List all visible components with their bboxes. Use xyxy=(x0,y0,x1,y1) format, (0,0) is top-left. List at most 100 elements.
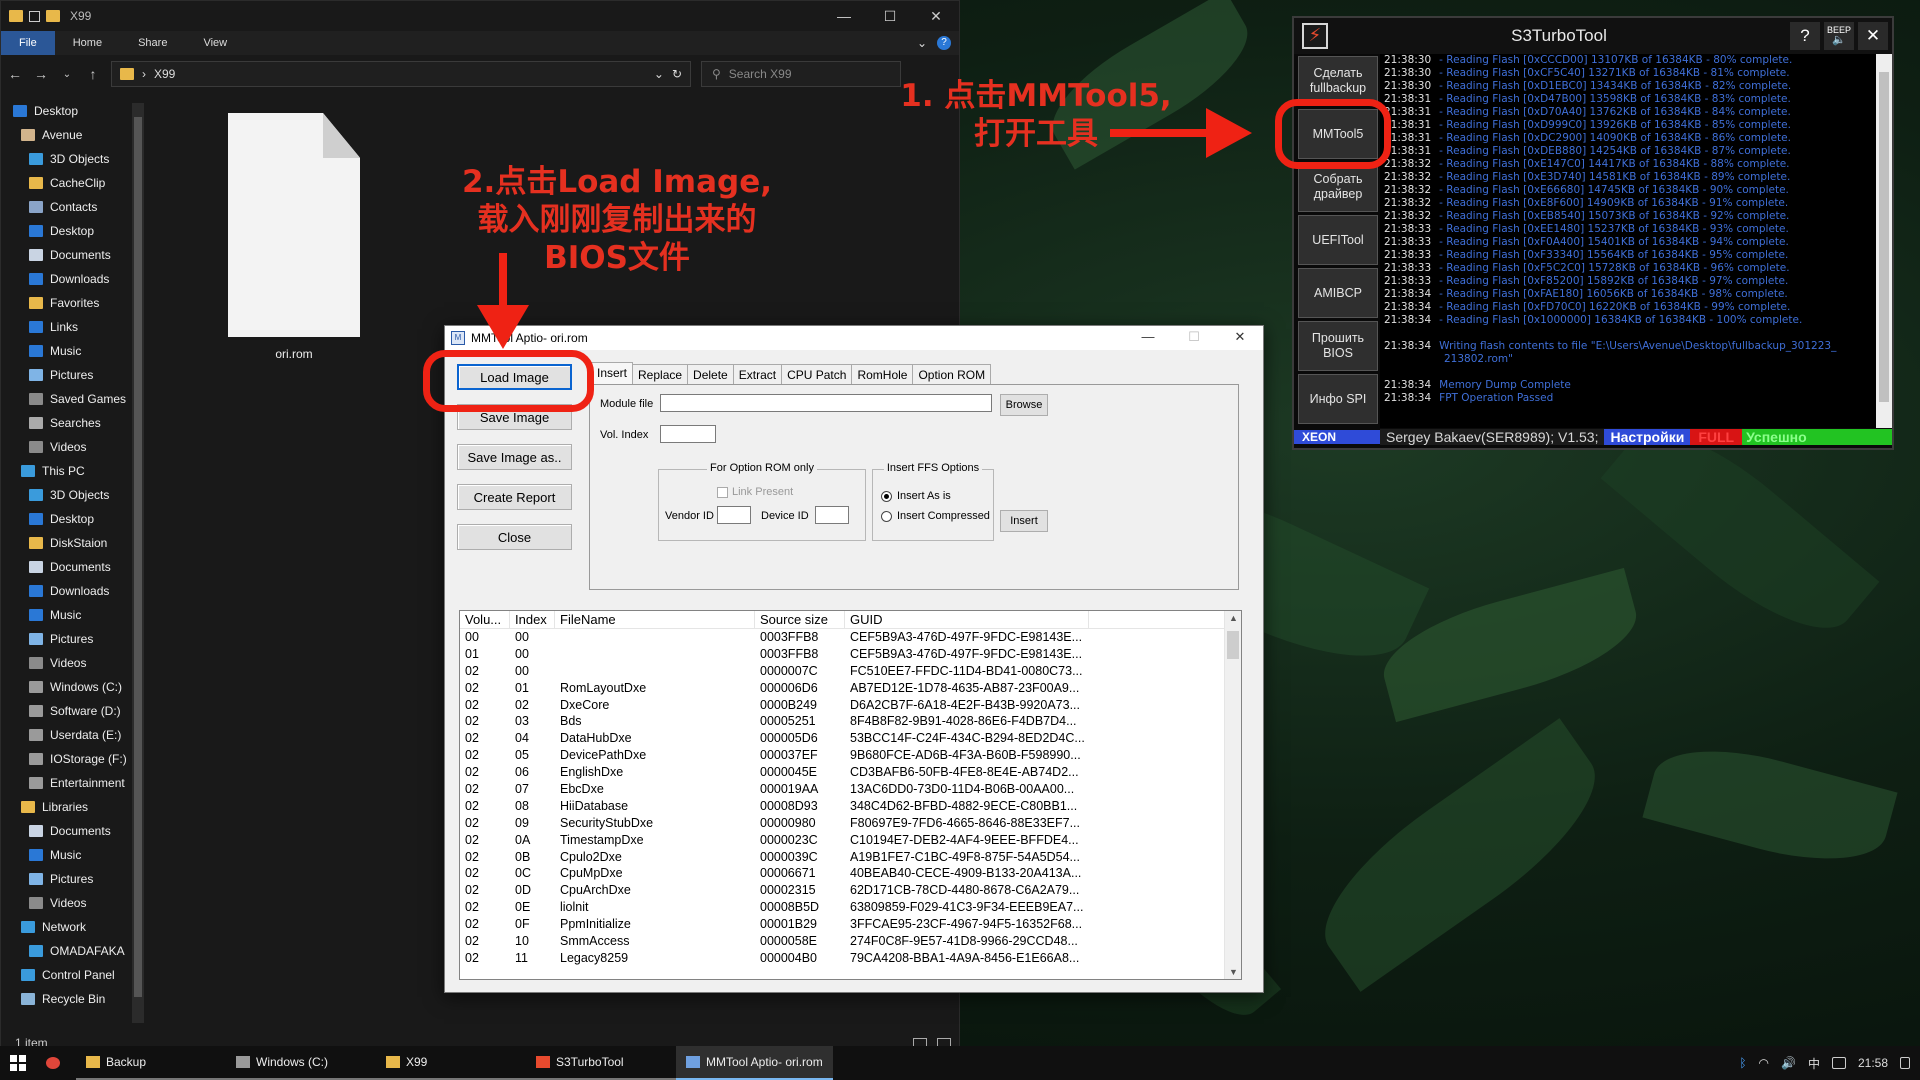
taskbar-app[interactable]: Backup xyxy=(76,1046,226,1080)
save-image-as-button[interactable]: Save Image as.. xyxy=(457,444,572,470)
help-button[interactable]: ? xyxy=(1790,22,1820,50)
nav-item[interactable]: CacheClip xyxy=(1,171,144,195)
recent-chevron-icon[interactable]: ⌄ xyxy=(59,69,75,80)
table-row[interactable]: 02 07 EbcDxe 000019AA 13AC6DD0-73D0-11D4-B06… xyxy=(460,781,1241,798)
settings-button[interactable]: Настройки xyxy=(1604,429,1691,445)
table-row[interactable]: 01 00 0003FFB8 CEF5B9A3-476D-497F-9FDC-E981… xyxy=(460,646,1241,663)
close-button[interactable]: ✕ xyxy=(1858,22,1888,50)
file-icon[interactable] xyxy=(228,113,360,337)
tab-view[interactable]: View xyxy=(185,31,245,55)
amibcp-button[interactable]: AMIBCP xyxy=(1298,268,1378,318)
taskbar-app[interactable]: Windows (C:) xyxy=(226,1046,376,1080)
uefitool-button[interactable]: UEFITool xyxy=(1298,215,1378,265)
table-scrollbar[interactable]: ▲ ▼ xyxy=(1224,611,1241,979)
nav-item[interactable]: Music xyxy=(1,339,144,363)
nav-item[interactable]: Downloads xyxy=(1,267,144,291)
tab-share[interactable]: Share xyxy=(120,31,185,55)
tab-insert[interactable]: Insert xyxy=(591,362,634,384)
vendor-id-input[interactable] xyxy=(717,506,751,524)
table-row[interactable]: 02 01 RomLayoutDxe 000006D6 AB7ED12E-1D78-46… xyxy=(460,680,1241,697)
table-row[interactable]: 02 0B Cpulo2Dxe 0000039C A19B1FE7-C1BC-49F8-… xyxy=(460,849,1241,866)
address-box[interactable]: › X99 ⌄ ↻ xyxy=(111,61,691,87)
nav-item[interactable]: Favorites xyxy=(1,291,144,315)
column-header-guid[interactable]: GUID xyxy=(845,611,1089,628)
nav-item[interactable]: Libraries xyxy=(1,795,144,819)
nav-item[interactable]: Downloads xyxy=(1,579,144,603)
nav-item[interactable]: Videos xyxy=(1,891,144,915)
nav-item[interactable]: 3D Objects xyxy=(1,147,144,171)
table-row[interactable]: 02 08 HiiDatabase 00008D93 348C4D62-BFBD-488… xyxy=(460,798,1241,815)
refresh-icon[interactable]: ↻ xyxy=(672,67,682,81)
table-row[interactable]: 00 00 0003FFB8 CEF5B9A3-476D-497F-9FDC-E981… xyxy=(460,629,1241,646)
tab-option-rom[interactable]: Option ROM xyxy=(912,364,992,384)
nav-item[interactable]: Documents xyxy=(1,243,144,267)
scroll-up-icon[interactable]: ▲ xyxy=(1225,613,1241,623)
folder-icon[interactable] xyxy=(46,10,60,22)
help-icon[interactable]: ? xyxy=(937,36,951,50)
tab-cpu-patch[interactable]: CPU Patch xyxy=(781,364,853,384)
scroll-down-icon[interactable]: ▼ xyxy=(1225,967,1241,977)
search-input[interactable]: ⚲ Search X99 xyxy=(701,61,901,87)
nav-item[interactable]: Entertainment xyxy=(1,771,144,795)
nav-item[interactable]: Music xyxy=(1,603,144,627)
nav-item[interactable]: Saved Games xyxy=(1,387,144,411)
spi-info-button[interactable]: Инфо SPI xyxy=(1298,374,1378,424)
column-header-source-size[interactable]: Source size xyxy=(755,611,845,628)
network-icon[interactable]: ◠ xyxy=(1759,1056,1769,1070)
nav-item[interactable]: Documents xyxy=(1,555,144,579)
nav-item[interactable]: Pictures xyxy=(1,363,144,387)
device-id-input[interactable] xyxy=(815,506,849,524)
table-row[interactable]: 02 04 DataHubDxe 000005D6 53BCC14F-C24F-434C… xyxy=(460,730,1241,747)
browse-button[interactable]: Browse xyxy=(1000,394,1048,416)
nav-item[interactable]: IOStorage (F:) xyxy=(1,747,144,771)
taskbar-app[interactable] xyxy=(36,1046,76,1080)
tab-delete[interactable]: Delete xyxy=(687,364,734,384)
nav-item[interactable]: Pictures xyxy=(1,867,144,891)
create-report-button[interactable]: Create Report xyxy=(457,484,572,510)
close-button[interactable]: ✕ xyxy=(1217,326,1263,350)
nav-item[interactable]: Contacts xyxy=(1,195,144,219)
tab-replace[interactable]: Replace xyxy=(632,364,689,384)
nav-item[interactable]: Software (D:) xyxy=(1,699,144,723)
volume-icon[interactable]: 🔊 xyxy=(1781,1056,1796,1070)
up-arrow-icon[interactable]: ↑ xyxy=(85,66,101,82)
ime-indicator[interactable]: 中 xyxy=(1808,1055,1820,1072)
close-dialog-button[interactable]: Close xyxy=(457,524,572,550)
chevron-down-icon[interactable]: ⌄ xyxy=(917,36,927,50)
maximize-button[interactable]: ☐ xyxy=(867,1,913,31)
build-driver-button[interactable]: Собрать драйвер xyxy=(1298,162,1378,212)
nav-scrollbar[interactable] xyxy=(132,103,144,1023)
table-row[interactable]: 02 11 Legacy8259 000004B0 79CA4208-BBA1-4A9A… xyxy=(460,950,1241,967)
nav-item[interactable]: Network xyxy=(1,915,144,939)
column-header-index[interactable]: Index xyxy=(510,611,555,628)
nav-item[interactable]: Searches xyxy=(1,411,144,435)
taskbar-app[interactable]: X99 xyxy=(376,1046,526,1080)
checkbox-icon[interactable] xyxy=(29,10,40,22)
table-row[interactable]: 02 10 SmmAccess 0000058E 274F0C8F-9E57-41D8-… xyxy=(460,933,1241,950)
table-row[interactable]: 02 09 SecurityStubDxe 00000980 F80697E9-7FD6… xyxy=(460,815,1241,832)
forward-arrow-icon[interactable]: → xyxy=(33,66,49,82)
file-name[interactable]: ori.rom xyxy=(228,347,360,361)
nav-item[interactable]: 3D Objects xyxy=(1,483,144,507)
nav-item[interactable]: Desktop xyxy=(1,99,144,123)
flash-bios-button[interactable]: Прошить BIOS xyxy=(1298,321,1378,371)
nav-item[interactable]: Avenue xyxy=(1,123,144,147)
nav-item[interactable]: Desktop xyxy=(1,219,144,243)
close-button[interactable]: ✕ xyxy=(913,1,959,31)
taskbar-app[interactable]: MMTool Aptio- ori.rom xyxy=(676,1046,833,1080)
table-row[interactable]: 02 0F PpmInitialize 00001B29 3FFCAE95-23CF-4… xyxy=(460,916,1241,933)
nav-item[interactable]: Pictures xyxy=(1,627,144,651)
address-dropdown-icon[interactable]: ⌄ xyxy=(654,67,664,81)
tab-romhole[interactable]: RomHole xyxy=(851,364,914,384)
column-header-volume[interactable]: Volu... xyxy=(460,611,510,628)
nav-item[interactable]: Recycle Bin xyxy=(1,987,144,1011)
nav-item[interactable]: Music xyxy=(1,843,144,867)
nav-item[interactable]: Userdata (E:) xyxy=(1,723,144,747)
tab-home[interactable]: Home xyxy=(55,31,120,55)
clock[interactable]: 21:58 xyxy=(1858,1056,1888,1070)
column-header-filename[interactable]: FileName xyxy=(555,611,755,628)
table-row[interactable]: 02 05 DevicePathDxe 000037EF 9B680FCE-AD6B-4… xyxy=(460,747,1241,764)
notification-icon[interactable] xyxy=(1900,1057,1910,1069)
table-row[interactable]: 02 0A TimestampDxe 0000023C C10194E7-DEB2-4A… xyxy=(460,832,1241,849)
table-row[interactable]: 02 03 Bds 00005251 8F4B8F82-9B91-4028-86E6-F… xyxy=(460,713,1241,730)
